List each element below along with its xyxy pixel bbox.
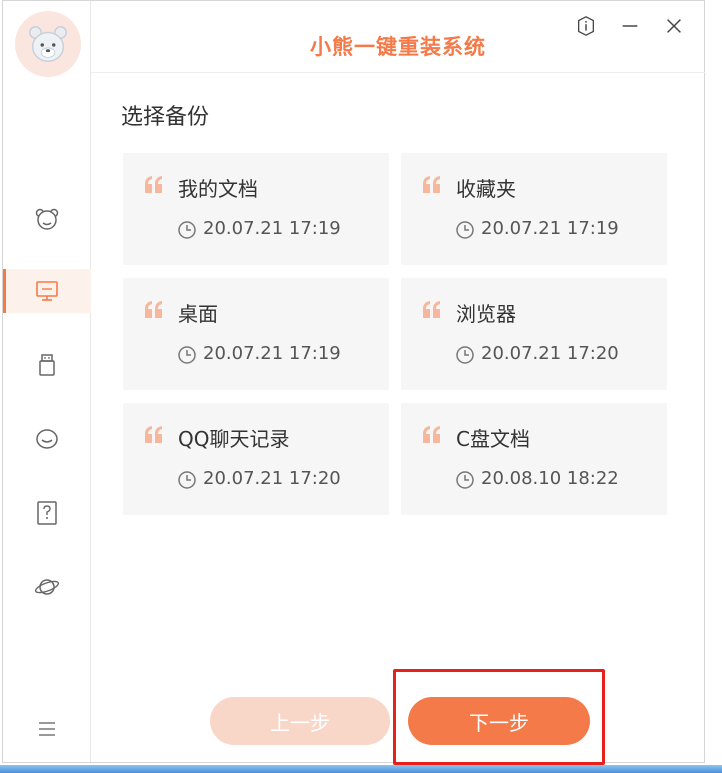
backup-time: 20.07.21 17:19 xyxy=(203,218,341,239)
help-icon xyxy=(37,501,57,525)
info-icon xyxy=(578,16,594,36)
clock-icon xyxy=(456,221,474,239)
bear-logo xyxy=(15,11,81,77)
quote-icon xyxy=(145,176,162,193)
clock-icon xyxy=(456,346,474,364)
sidebar-item-usb[interactable] xyxy=(3,343,91,387)
clock-icon xyxy=(178,221,196,239)
backup-time: 20.08.10 18:22 xyxy=(481,468,619,489)
quote-icon xyxy=(145,301,162,318)
prev-step-button[interactable]: 上一步 xyxy=(210,697,390,745)
backup-time: 20.07.21 17:19 xyxy=(203,343,341,364)
minimize-icon xyxy=(622,25,638,27)
sidebar-item-chat[interactable] xyxy=(3,417,91,461)
sidebar-menu-button[interactable] xyxy=(3,707,91,751)
sidebar-item-help[interactable] xyxy=(3,491,91,535)
minimize-button[interactable] xyxy=(617,13,643,39)
section-title: 选择备份 xyxy=(121,105,210,130)
close-button[interactable] xyxy=(661,13,687,39)
bear-icon xyxy=(35,208,59,230)
quote-icon xyxy=(145,426,162,443)
app-title: 小熊一键重装系统 xyxy=(310,35,486,59)
app-window: 小熊一键重装系统 选择备份 我的文档 20.07.21 17:19 收藏夹 20.07… xyxy=(2,0,705,765)
backup-card[interactable]: 收藏夹 20.07.21 17:19 xyxy=(401,153,667,265)
backup-name: 桌面 xyxy=(178,302,218,326)
title-bar: 小熊一键重装系统 xyxy=(91,1,705,73)
chat-icon xyxy=(36,429,58,449)
taskbar-strip xyxy=(0,765,722,773)
backup-name: C盘文档 xyxy=(456,427,530,451)
backup-name: 收藏夹 xyxy=(456,177,516,201)
backup-name: 我的文档 xyxy=(178,177,258,201)
next-step-button[interactable]: 下一步 xyxy=(408,697,590,745)
clock-icon xyxy=(178,346,196,364)
info-button[interactable] xyxy=(573,13,599,39)
close-icon xyxy=(667,19,681,33)
backup-card[interactable]: 浏览器 20.07.21 17:20 xyxy=(401,278,667,390)
backup-card[interactable]: 桌面 20.07.21 17:19 xyxy=(123,278,389,390)
backup-name: QQ聊天记录 xyxy=(178,427,290,451)
sidebar-item-backup[interactable] xyxy=(3,269,91,313)
backup-card[interactable]: QQ聊天记录 20.07.21 17:20 xyxy=(123,403,389,515)
bear-logo-icon xyxy=(29,26,67,62)
backup-name: 浏览器 xyxy=(456,302,516,326)
backup-time: 20.07.21 17:20 xyxy=(203,468,341,489)
clock-icon xyxy=(178,471,196,489)
backup-time: 20.07.21 17:20 xyxy=(481,343,619,364)
quote-icon xyxy=(423,301,440,318)
sidebar-item-planet[interactable] xyxy=(3,565,91,609)
sidebar xyxy=(3,1,91,762)
monitor-icon xyxy=(36,281,58,301)
clock-icon xyxy=(456,471,474,489)
backup-time: 20.07.21 17:19 xyxy=(481,218,619,239)
sidebar-item-bear[interactable] xyxy=(3,197,91,241)
backup-card[interactable]: C盘文档 20.08.10 18:22 xyxy=(401,403,667,515)
usb-drive-icon xyxy=(39,354,55,376)
planet-icon xyxy=(34,579,60,595)
quote-icon xyxy=(423,426,440,443)
quote-icon xyxy=(423,176,440,193)
menu-icon xyxy=(39,722,55,736)
backup-card[interactable]: 我的文档 20.07.21 17:19 xyxy=(123,153,389,265)
